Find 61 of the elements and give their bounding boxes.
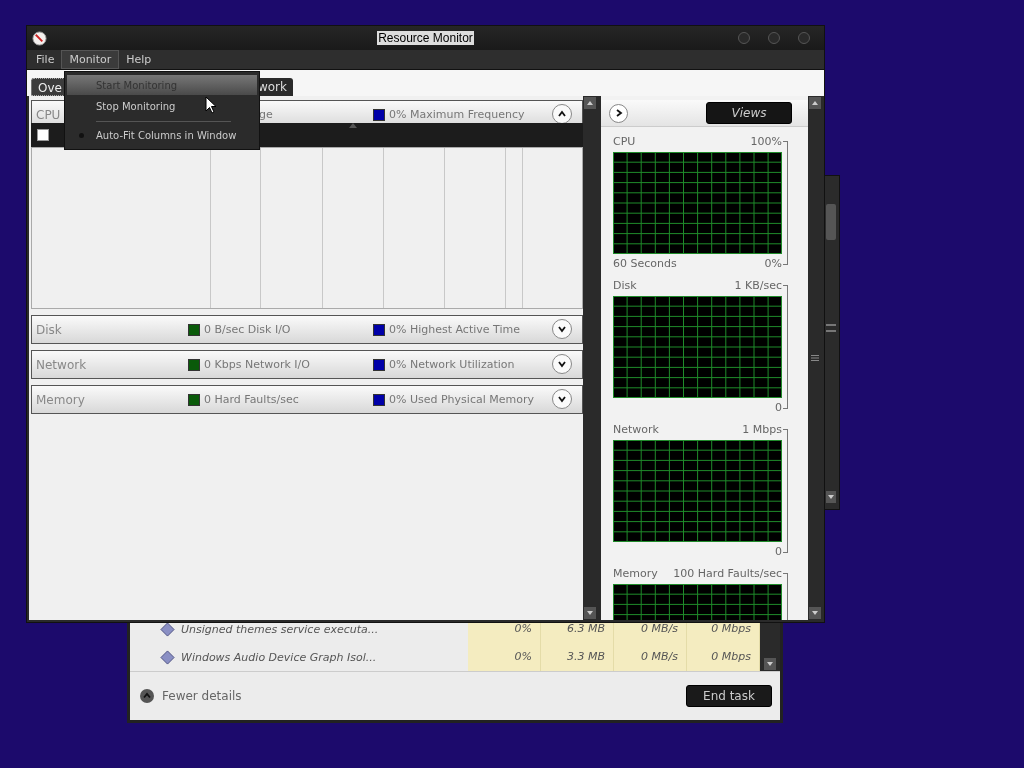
legend-label: 0 Hard Faults/sec bbox=[204, 393, 299, 406]
expand-button[interactable] bbox=[552, 354, 572, 374]
gauge-icon bbox=[32, 31, 47, 46]
legend-label: 0 B/sec Disk I/O bbox=[204, 323, 291, 336]
graph-time-label: 60 Seconds bbox=[613, 257, 677, 271]
collapse-icon bbox=[140, 689, 154, 703]
sort-arrow-icon bbox=[349, 123, 357, 128]
graph-min-label: 0 bbox=[775, 401, 782, 415]
check-dot-icon bbox=[79, 132, 84, 138]
mouse-cursor-icon bbox=[205, 96, 217, 114]
process-name[interactable]: Windows Audio Device Graph Isol... bbox=[181, 650, 468, 664]
end-task-button[interactable]: End task bbox=[686, 685, 772, 707]
legend-label: ge bbox=[259, 108, 273, 121]
section-header[interactable]: Memory 0 Hard Faults/sec 0% Used Physical Memory bbox=[31, 385, 583, 414]
section-title: Disk bbox=[35, 322, 63, 337]
expand-button[interactable] bbox=[552, 319, 572, 339]
fewer-details-button[interactable]: Fewer details bbox=[140, 689, 242, 703]
chevron-down-icon bbox=[557, 394, 567, 404]
chevron-down-icon bbox=[557, 324, 567, 334]
graph-title: Disk bbox=[613, 279, 637, 293]
graph-title: Memory bbox=[613, 567, 658, 581]
graph-max-label: 100% bbox=[750, 135, 782, 149]
legend-label: 0% Network Utilization bbox=[389, 358, 515, 371]
section-title: Memory bbox=[35, 392, 86, 407]
process-name[interactable]: Unsigned themes service executa... bbox=[181, 622, 468, 636]
graph-max-label: 1 Mbps bbox=[742, 423, 782, 437]
checkbox[interactable] bbox=[37, 129, 49, 141]
expand-button[interactable] bbox=[552, 389, 572, 409]
section-header[interactable]: Disk 0 B/sec Disk I/O 0% Highest Active Time bbox=[31, 315, 583, 344]
table-cell: 0% bbox=[468, 643, 541, 671]
process-icon bbox=[160, 621, 175, 637]
table-cell: 3.3 MB bbox=[541, 643, 614, 671]
section-title: Network bbox=[35, 357, 88, 372]
scrollbar[interactable] bbox=[760, 621, 780, 671]
scrollbar[interactable] bbox=[583, 96, 597, 620]
scrollbar[interactable] bbox=[808, 96, 822, 620]
chevron-down-icon bbox=[557, 359, 567, 369]
table-cell: 0 Mbps bbox=[687, 643, 760, 671]
graph-title: Network bbox=[613, 423, 659, 437]
menu-item[interactable]: File bbox=[29, 51, 62, 68]
graph-max-label: 1 KB/sec bbox=[734, 279, 782, 293]
menu-item[interactable]: Monitor bbox=[61, 50, 120, 69]
legend-label: 0% Highest Active Time bbox=[389, 323, 520, 336]
scroll-grip-icon bbox=[811, 355, 819, 361]
legend-label: 0% Used Physical Memory bbox=[389, 393, 534, 406]
graph-max-label: 100 Hard Faults/sec bbox=[673, 567, 782, 581]
graph-min-label: 0% bbox=[764, 257, 782, 271]
graph-title: CPU bbox=[613, 135, 636, 149]
legend-label: 0 Kbps Network I/O bbox=[204, 358, 310, 371]
legend-label: 0% Maximum Frequency bbox=[389, 108, 525, 121]
scroll-thumb[interactable] bbox=[826, 204, 836, 240]
menu-item[interactable]: Help bbox=[119, 51, 159, 68]
graph-min-label: 0 bbox=[775, 545, 782, 559]
process-icon bbox=[160, 649, 175, 665]
section-header[interactable]: Network 0 Kbps Network I/O 0% Network Utilization bbox=[31, 350, 583, 379]
views-button[interactable]: Views bbox=[706, 102, 792, 124]
table-cell: 0 MB/s bbox=[614, 643, 687, 671]
window-title: Resource Monitor bbox=[377, 31, 474, 45]
chevron-up-icon bbox=[557, 109, 567, 119]
collapse-button[interactable] bbox=[552, 104, 572, 124]
expand-panel-button[interactable] bbox=[609, 103, 628, 123]
